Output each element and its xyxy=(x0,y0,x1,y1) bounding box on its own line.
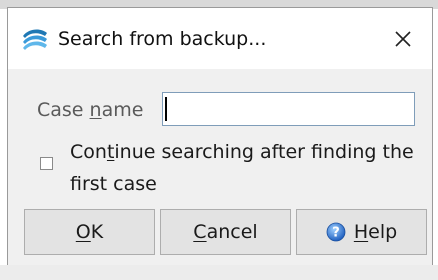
help-button[interactable]: ? Help xyxy=(296,209,427,255)
close-icon xyxy=(395,31,411,47)
help-icon: ? xyxy=(326,222,346,242)
cancel-button[interactable]: Cancel xyxy=(160,209,291,255)
text-caret xyxy=(165,97,167,121)
search-backup-dialog: Search from backup... Case name Continue… xyxy=(7,7,433,266)
dialog-title: Search from backup... xyxy=(58,28,267,50)
background-window-strip-bottom xyxy=(0,265,438,280)
svg-text:?: ? xyxy=(332,226,340,241)
title-bar: Search from backup... xyxy=(8,8,432,69)
case-name-label: Case name xyxy=(37,99,144,121)
close-button[interactable] xyxy=(378,16,428,62)
continue-searching-label[interactable]: Continue searching after finding the fir… xyxy=(70,136,420,200)
dialog-content: Case name Continue searching after findi… xyxy=(8,69,432,265)
ok-button[interactable]: OK xyxy=(24,209,155,255)
stacked-waves-icon xyxy=(23,29,47,50)
continue-searching-checkbox[interactable] xyxy=(40,157,53,170)
case-name-input[interactable] xyxy=(162,92,415,126)
